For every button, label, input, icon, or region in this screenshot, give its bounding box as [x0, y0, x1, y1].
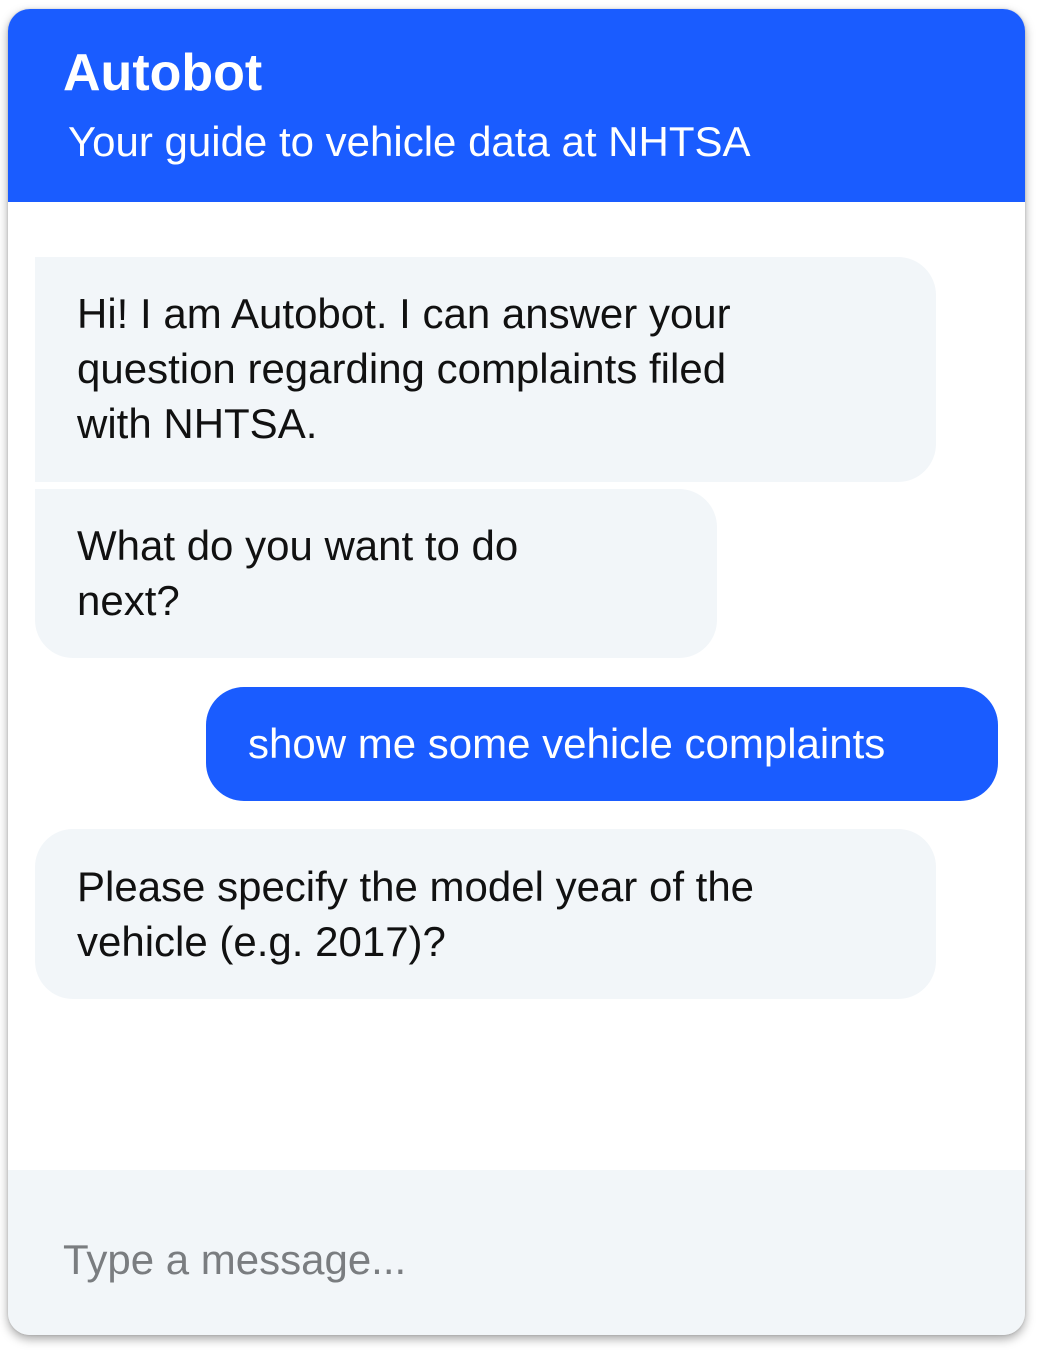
bot-message: Hi! I am Autobot. I can answer your ques… — [35, 257, 936, 482]
user-message: show me some vehicle complaints — [206, 687, 998, 801]
chat-header: Autobot Your guide to vehicle data at NH… — [8, 9, 1025, 202]
bot-message-text: Please specify the model year of the veh… — [77, 863, 755, 965]
message-input-bar — [8, 1170, 1025, 1335]
chat-widget: Autobot Your guide to vehicle data at NH… — [8, 9, 1025, 1335]
bot-message: Please specify the model year of the veh… — [35, 829, 936, 999]
bot-message: What do you want to do next? — [35, 489, 717, 658]
message-list[interactable]: Hi! I am Autobot. I can answer your ques… — [8, 202, 1025, 1170]
chat-title: Autobot — [63, 44, 263, 102]
chat-subtitle: Your guide to vehicle data at NHTSA — [68, 118, 751, 165]
message-input[interactable] — [63, 1225, 963, 1295]
user-message-text: show me some vehicle complaints — [248, 720, 886, 767]
bot-message-text: What do you want to do next? — [77, 522, 519, 624]
bot-message-text: Hi! I am Autobot. I can answer your ques… — [77, 290, 731, 447]
